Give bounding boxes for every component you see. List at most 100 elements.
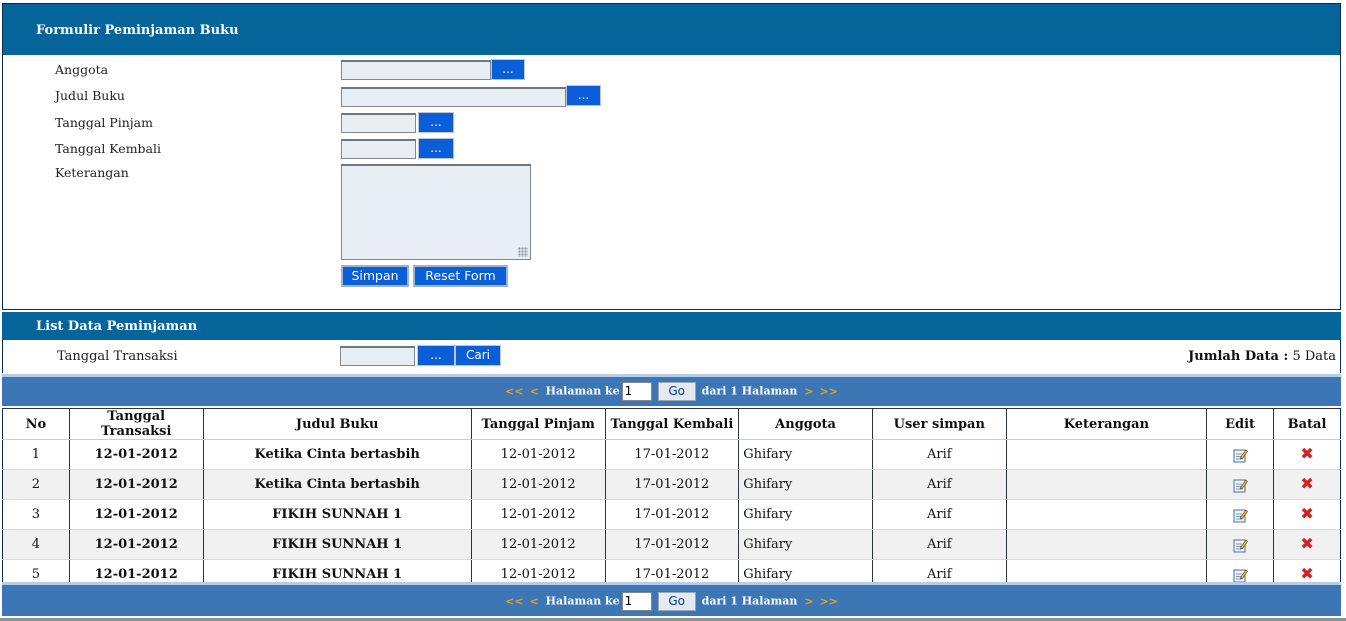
cell-anggota: Ghifary [738,469,873,500]
keterangan-textarea[interactable] [341,164,531,260]
tanggal-transaksi-calendar-button[interactable]: ... [417,345,455,366]
col-edit: Edit [1206,408,1275,440]
cell-tanggal-transaksi: 12-01-2012 [68,469,204,500]
tanggal-pinjam-calendar-button[interactable]: ... [418,112,454,133]
total-pages-label: dari 1 Halaman [701,384,798,398]
table-row: 4 12-01-2012 FIKIH SUNNAH 1 12-01-2012 17-01… [2,529,1341,560]
table-header-row: No Tanggal Transaksi Judul Buku Tanggal … [2,408,1341,440]
col-tanggal-kembali: Tanggal Kembali [604,408,740,440]
delete-icon[interactable]: ✖ [1300,566,1313,582]
judul-buku-input[interactable] [341,87,566,107]
cell-no: 2 [2,469,70,500]
anggota-browse-button[interactable]: ... [491,59,525,80]
cell-no: 4 [2,529,70,560]
delete-icon[interactable]: ✖ [1300,446,1313,462]
cell-judul-buku: FIKIH SUNNAH 1 [202,499,472,530]
tanggal-pinjam-input[interactable] [341,113,416,133]
first-page-link[interactable]: << [505,385,523,398]
go-button[interactable]: Go [657,592,696,611]
cell-tanggal-transaksi: 12-01-2012 [68,439,204,470]
table-row: 1 12-01-2012 Ketika Cinta bertasbih 12-01-2… [2,439,1341,470]
tanggal-kembali-calendar-button[interactable]: ... [418,138,454,159]
cell-edit [1206,469,1275,500]
list-header: List Data Peminjaman [2,312,1341,340]
simpan-button[interactable]: Simpan [341,265,409,287]
col-tanggal-transaksi: Tanggal Transaksi [68,408,204,440]
first-page-link[interactable]: << [505,595,523,608]
reset-form-button[interactable]: Reset Form [413,265,508,287]
keterangan-label: Keterangan [55,165,129,180]
form-header: Formulir Peminjaman Buku [3,4,1340,55]
table-row: 3 12-01-2012 FIKIH SUNNAH 1 12-01-2012 17-01… [2,499,1341,530]
cell-batal: ✖ [1273,469,1341,500]
cell-edit [1206,499,1275,530]
cell-keterangan [1005,439,1208,470]
cell-batal: ✖ [1273,439,1341,470]
edit-icon[interactable] [1232,567,1249,583]
edit-icon[interactable] [1232,447,1249,463]
cell-tanggal-kembali: 17-01-2012 [604,499,740,530]
form-panel: Formulir Peminjaman Buku Anggota ... Jud… [2,3,1341,310]
cell-no: 3 [2,499,70,530]
cell-batal: ✖ [1273,499,1341,530]
cell-anggota: Ghifary [738,499,873,530]
col-user-simpan: User simpan [871,408,1007,440]
delete-icon[interactable]: ✖ [1300,536,1313,552]
tanggal-pinjam-label: Tanggal Pinjam [55,115,153,130]
tanggal-kembali-label: Tanggal Kembali [55,141,161,156]
total-pages-label: dari 1 Halaman [701,594,798,608]
form-title: Formulir Peminjaman Buku [36,23,239,38]
col-no: No [2,408,70,440]
cell-judul-buku: Ketika Cinta bertasbih [202,439,472,470]
cell-keterangan [1005,529,1208,560]
cell-tanggal-pinjam: 12-01-2012 [470,439,606,470]
cell-tanggal-transaksi: 12-01-2012 [68,529,204,560]
tanggal-transaksi-label: Tanggal Transaksi [57,349,178,364]
table-body: 1 12-01-2012 Ketika Cinta bertasbih 12-01-2… [2,439,1341,590]
page-number-input[interactable]: 1 [621,592,652,611]
last-page-link[interactable]: >> [819,385,837,398]
tanggal-kembali-input[interactable] [341,139,416,159]
next-page-link[interactable]: > [804,385,813,398]
go-button[interactable]: Go [657,382,696,401]
cell-tanggal-pinjam: 12-01-2012 [470,529,606,560]
halaman-label: Halaman ke [545,594,620,608]
cell-judul-buku: Ketika Cinta bertasbih [202,469,472,500]
cari-button[interactable]: Cari [455,345,501,366]
cell-keterangan [1005,499,1208,530]
prev-page-link[interactable]: < [530,595,539,608]
delete-icon[interactable]: ✖ [1300,476,1313,492]
cell-anggota: Ghifary [738,529,873,560]
edit-icon[interactable] [1232,537,1249,553]
page-number-input[interactable]: 1 [621,382,652,401]
data-table: No Tanggal Transaksi Judul Buku Tanggal … [2,408,1341,590]
cell-tanggal-kembali: 17-01-2012 [604,469,740,500]
cell-keterangan [1005,469,1208,500]
cell-user-simpan: Arif [871,469,1007,500]
delete-icon[interactable]: ✖ [1300,506,1313,522]
next-page-link[interactable]: > [804,595,813,608]
prev-page-link[interactable]: < [530,385,539,398]
cell-tanggal-pinjam: 12-01-2012 [470,499,606,530]
resize-grip-icon[interactable] [518,247,528,257]
anggota-input[interactable] [341,60,491,80]
col-batal: Batal [1273,408,1341,440]
edit-icon[interactable] [1232,507,1249,523]
cell-judul-buku: FIKIH SUNNAH 1 [202,529,472,560]
cell-batal: ✖ [1273,529,1341,560]
col-tanggal-pinjam: Tanggal Pinjam [470,408,606,440]
tanggal-transaksi-input[interactable] [340,346,415,366]
cell-user-simpan: Arif [871,529,1007,560]
cell-tanggal-kembali: 17-01-2012 [604,439,740,470]
cell-no: 1 [2,439,70,470]
last-page-link[interactable]: >> [819,595,837,608]
col-anggota: Anggota [738,408,873,440]
edit-icon[interactable] [1232,477,1249,493]
pager-top: << < Halaman ke 1 Go dari 1 Halaman > >> [2,374,1341,406]
col-judul-buku: Judul Buku [202,408,472,440]
list-filter-row: Tanggal Transaksi ... Cari Jumlah Data :… [2,340,1341,373]
cell-tanggal-pinjam: 12-01-2012 [470,469,606,500]
cell-user-simpan: Arif [871,439,1007,470]
cell-edit [1206,529,1275,560]
judul-buku-browse-button[interactable]: ... [566,85,601,106]
